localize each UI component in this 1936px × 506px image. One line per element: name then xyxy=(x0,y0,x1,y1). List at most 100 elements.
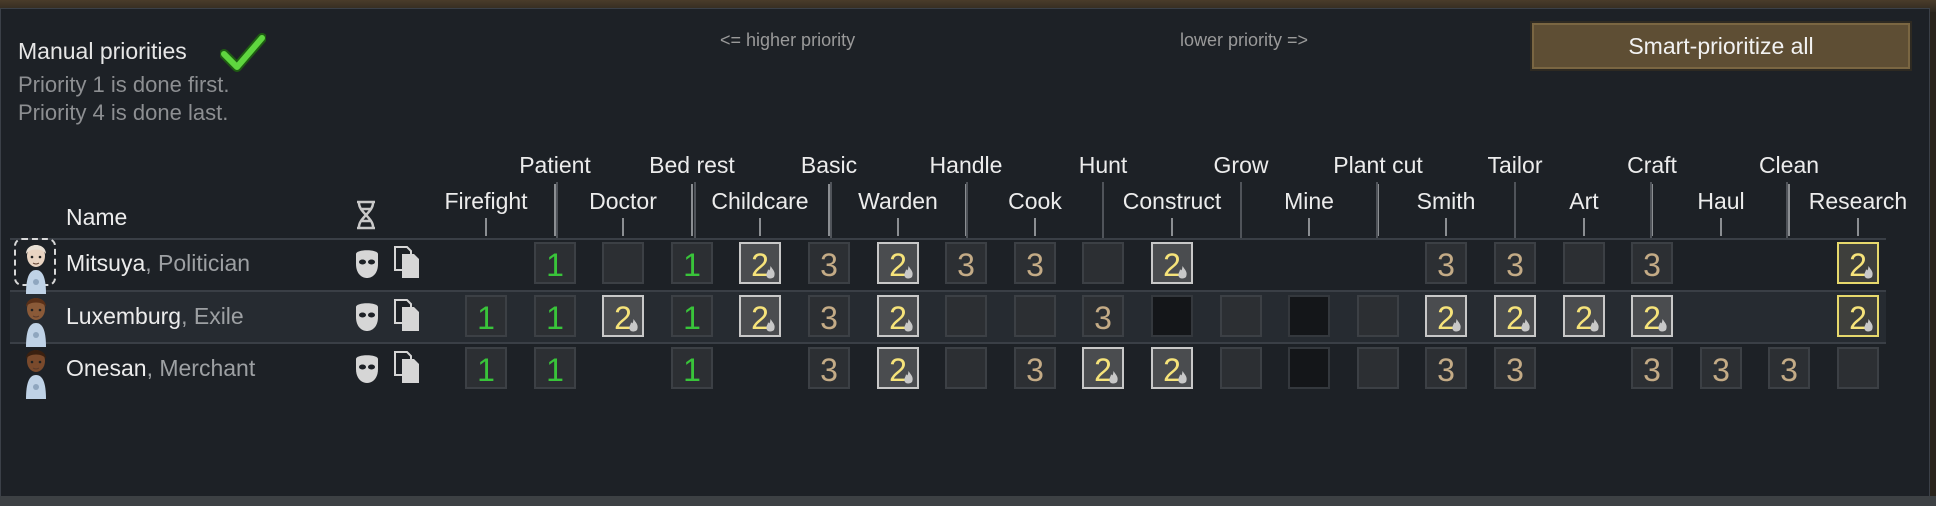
priority-cell-childcare[interactable]: 2 xyxy=(739,242,781,284)
priority-cell-construct[interactable]: 2 xyxy=(1151,242,1193,284)
priority-cell-bed-rest[interactable]: 1 xyxy=(671,347,713,389)
priority-value: 3 xyxy=(820,300,838,336)
work-header-basic[interactable]: Basic xyxy=(801,152,857,179)
work-header-cook[interactable]: Cook xyxy=(1008,188,1062,215)
priority-cell-clean[interactable]: 3 xyxy=(1768,347,1810,389)
priority-cell-warden[interactable]: 2 xyxy=(877,347,919,389)
pawn-avatar[interactable] xyxy=(16,343,56,399)
priority-cell-research[interactable]: 2 xyxy=(1837,242,1879,284)
priority-cell-grow[interactable] xyxy=(1220,295,1262,337)
priority-cell-patient[interactable]: 1 xyxy=(534,242,576,284)
priority-cell-firefight[interactable]: 1 xyxy=(465,347,507,389)
work-header-childcare[interactable]: Childcare xyxy=(711,188,808,215)
work-header-art[interactable]: Art xyxy=(1569,188,1598,215)
pawn-name-label[interactable]: Onesan, Merchant xyxy=(66,355,255,382)
priority-cell-research[interactable]: 2 xyxy=(1837,295,1879,337)
priority-cell-bed-rest[interactable]: 1 xyxy=(671,295,713,337)
work-header-doctor[interactable]: Doctor xyxy=(589,188,657,215)
priority-cell-craft[interactable]: 3 xyxy=(1631,347,1673,389)
priority-cell-craft[interactable]: 3 xyxy=(1631,242,1673,284)
priority-cell-smith[interactable]: 3 xyxy=(1425,242,1467,284)
priority-cell-cook[interactable] xyxy=(1014,295,1056,337)
priority-cell-tailor[interactable]: 2 xyxy=(1494,295,1536,337)
priority-cell-mine[interactable] xyxy=(1288,295,1330,337)
passion-flame-icon xyxy=(1521,319,1530,332)
priority-cell-hunt[interactable] xyxy=(1082,242,1124,284)
priority-cell-grow[interactable] xyxy=(1220,347,1262,389)
priority-cell-hunt[interactable]: 2 xyxy=(1082,347,1124,389)
priority-cell-haul[interactable]: 3 xyxy=(1700,347,1742,389)
priority-cell-cook[interactable]: 3 xyxy=(1014,242,1056,284)
smart-prioritize-button[interactable]: Smart-prioritize all xyxy=(1530,21,1912,71)
mask-icon[interactable] xyxy=(352,248,382,280)
work-header-handle[interactable]: Handle xyxy=(930,152,1003,179)
work-header-firefight[interactable]: Firefight xyxy=(444,188,527,215)
priority-cell-plant-cut[interactable] xyxy=(1357,347,1399,389)
work-header-clean[interactable]: Clean xyxy=(1759,152,1819,179)
work-header-grow[interactable]: Grow xyxy=(1214,152,1269,179)
priority-cell-construct[interactable]: 2 xyxy=(1151,347,1193,389)
priority-cell-handle[interactable]: 3 xyxy=(945,242,987,284)
work-header-tick xyxy=(1857,218,1859,236)
pawn-title: , Exile xyxy=(181,303,244,329)
pawn-name-label[interactable]: Mitsuya, Politician xyxy=(66,250,250,277)
work-header-research[interactable]: Research xyxy=(1809,188,1907,215)
checkmark-icon[interactable] xyxy=(220,32,266,74)
priority-cell-art[interactable] xyxy=(1563,242,1605,284)
work-header-construct[interactable]: Construct xyxy=(1123,188,1221,215)
work-header-tailor[interactable]: Tailor xyxy=(1488,152,1543,179)
priority-cell-handle[interactable] xyxy=(945,295,987,337)
work-header-warden[interactable]: Warden xyxy=(858,188,938,215)
priority-cell-warden[interactable]: 2 xyxy=(877,242,919,284)
passion-flame-icon xyxy=(904,371,913,384)
priority-cell-basic[interactable]: 3 xyxy=(808,295,850,337)
priority-cell-handle[interactable] xyxy=(945,347,987,389)
priority-cell-patient[interactable]: 1 xyxy=(534,347,576,389)
priority-value: 3 xyxy=(1506,247,1524,283)
manual-priorities-label[interactable]: Manual priorities xyxy=(18,38,187,65)
pawn-name: Onesan xyxy=(66,355,147,381)
copy-paste-icon[interactable] xyxy=(392,349,422,383)
copy-paste-icon[interactable] xyxy=(392,297,422,331)
priority-cell-tailor[interactable]: 3 xyxy=(1494,242,1536,284)
priority-cell-research[interactable] xyxy=(1837,347,1879,389)
priority-cell-craft[interactable]: 2 xyxy=(1631,295,1673,337)
work-header-haul[interactable]: Haul xyxy=(1697,188,1744,215)
work-header-smith[interactable]: Smith xyxy=(1417,188,1476,215)
priority-cell-childcare[interactable]: 2 xyxy=(739,295,781,337)
priority-cell-art[interactable]: 2 xyxy=(1563,295,1605,337)
name-column-header[interactable]: Name xyxy=(66,204,127,231)
work-header-mine[interactable]: Mine xyxy=(1284,188,1334,215)
priority-cell-tailor[interactable]: 3 xyxy=(1494,347,1536,389)
priority-cell-smith[interactable]: 2 xyxy=(1425,295,1467,337)
row-divider xyxy=(10,342,1886,344)
priority-cell-basic[interactable]: 3 xyxy=(808,242,850,284)
work-header-bed-rest[interactable]: Bed rest xyxy=(649,152,735,179)
priority-cell-cook[interactable]: 3 xyxy=(1014,347,1056,389)
work-header-hunt[interactable]: Hunt xyxy=(1079,152,1128,179)
work-header-patient[interactable]: Patient xyxy=(519,152,591,179)
copy-paste-icon[interactable] xyxy=(392,244,422,278)
pawn-avatar[interactable] xyxy=(16,238,56,294)
work-header-plant-cut[interactable]: Plant cut xyxy=(1333,152,1423,179)
pawn-name-label[interactable]: Luxemburg, Exile xyxy=(66,303,244,330)
dna-sort-icon[interactable] xyxy=(352,200,380,230)
priority-cell-firefight[interactable]: 1 xyxy=(465,295,507,337)
mask-icon[interactable] xyxy=(352,301,382,333)
priority-cell-doctor[interactable] xyxy=(602,242,644,284)
pawn-avatar[interactable] xyxy=(16,291,56,347)
priority-cell-mine[interactable] xyxy=(1288,347,1330,389)
mask-icon[interactable] xyxy=(352,353,382,385)
priority-cell-hunt[interactable]: 3 xyxy=(1082,295,1124,337)
priority-cell-basic[interactable]: 3 xyxy=(808,347,850,389)
priority-cell-plant-cut[interactable] xyxy=(1357,295,1399,337)
priority-cell-construct[interactable] xyxy=(1151,295,1193,337)
priority-cell-warden[interactable]: 2 xyxy=(877,295,919,337)
priority-cell-bed-rest[interactable]: 1 xyxy=(671,242,713,284)
column-group-divider xyxy=(1376,182,1378,238)
work-header-craft[interactable]: Craft xyxy=(1627,152,1677,179)
priority-cell-smith[interactable]: 3 xyxy=(1425,347,1467,389)
priority-cell-patient[interactable]: 1 xyxy=(534,295,576,337)
passion-flame-icon xyxy=(1864,266,1873,279)
priority-cell-doctor[interactable]: 2 xyxy=(602,295,644,337)
